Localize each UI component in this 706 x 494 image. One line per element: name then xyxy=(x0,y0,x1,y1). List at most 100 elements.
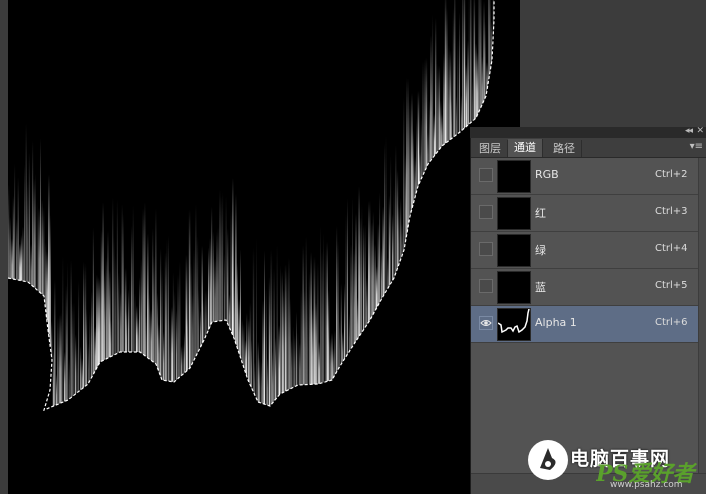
light-streak xyxy=(304,289,306,389)
light-streak xyxy=(289,298,291,394)
light-streak xyxy=(67,262,68,405)
light-streak xyxy=(193,248,195,365)
light-streak xyxy=(411,93,413,216)
light-streak xyxy=(164,252,167,385)
light-streak xyxy=(225,195,227,324)
channel-thumbnail xyxy=(497,308,531,341)
light-streak xyxy=(254,361,256,399)
light-streak xyxy=(195,204,197,362)
channel-name: 蓝 xyxy=(535,281,546,294)
light-streak xyxy=(73,302,75,400)
light-streak xyxy=(424,59,426,177)
light-streak xyxy=(118,272,120,357)
light-streak xyxy=(456,95,457,140)
light-streak xyxy=(128,289,130,356)
light-streak xyxy=(174,291,176,386)
light-streak xyxy=(406,77,408,241)
light-streak xyxy=(97,276,100,371)
light-streak xyxy=(278,325,280,400)
channel-name: 红 xyxy=(535,207,546,220)
light-streak xyxy=(33,178,35,291)
light-streak xyxy=(272,350,274,408)
light-streak xyxy=(28,152,30,287)
tab-channels[interactable]: 通道 xyxy=(508,139,543,157)
light-streak xyxy=(384,143,385,299)
light-streak xyxy=(241,318,243,365)
light-streak xyxy=(43,206,45,300)
light-streak xyxy=(412,130,414,210)
channel-row-blue[interactable]: 蓝 Ctrl+5 xyxy=(471,269,699,306)
visibility-toggle[interactable] xyxy=(479,168,493,182)
light-streak xyxy=(196,235,199,359)
light-streak xyxy=(22,226,24,285)
light-streak xyxy=(481,56,483,110)
light-streak xyxy=(83,261,85,392)
light-streak xyxy=(257,341,259,406)
light-streak xyxy=(284,264,287,396)
light-streak xyxy=(212,231,214,326)
panel-scrollbar[interactable] xyxy=(698,158,706,494)
channel-name: 绿 xyxy=(535,244,546,257)
tab-layers[interactable]: 图层 xyxy=(473,140,508,157)
light-streak xyxy=(252,247,255,395)
light-streak xyxy=(107,230,109,363)
light-streak xyxy=(64,351,66,406)
close-icon[interactable]: ✕ xyxy=(696,126,704,136)
visibility-toggle[interactable] xyxy=(479,205,493,219)
light-streak xyxy=(308,271,311,389)
light-streak xyxy=(321,250,323,387)
light-streak xyxy=(75,334,77,399)
light-streak xyxy=(30,243,33,289)
light-streak xyxy=(244,339,247,375)
channel-row-red[interactable]: 红 Ctrl+3 xyxy=(471,195,699,232)
light-streak xyxy=(217,226,219,326)
light-streak xyxy=(216,231,218,326)
light-streak xyxy=(286,271,288,395)
light-streak xyxy=(89,311,91,385)
light-streak xyxy=(398,205,400,270)
channel-row-green[interactable]: 绿 Ctrl+4 xyxy=(471,232,699,269)
light-streak xyxy=(353,248,355,349)
light-streak xyxy=(91,291,93,383)
double-chevron-left-icon[interactable]: ◂◂ xyxy=(685,126,693,136)
light-streak xyxy=(32,140,34,290)
light-streak xyxy=(467,40,469,130)
light-streak xyxy=(281,271,283,398)
panel-menu-icon[interactable]: ▾≡ xyxy=(690,141,703,152)
channel-thumbnail xyxy=(497,271,531,304)
visibility-toggle[interactable] xyxy=(479,279,493,293)
channel-row-alpha-1[interactable]: Alpha 1 Ctrl+6 xyxy=(471,306,699,343)
light-streak xyxy=(360,217,362,339)
light-streak xyxy=(156,292,159,371)
visibility-toggle[interactable] xyxy=(479,316,493,330)
light-streak xyxy=(86,308,88,390)
light-streak xyxy=(152,228,154,365)
channel-row-rgb[interactable]: RGB Ctrl+2 xyxy=(471,158,699,195)
light-streak xyxy=(142,208,145,358)
light-streak xyxy=(305,236,307,389)
light-streak xyxy=(436,63,438,157)
channels-panel: 图层 通道 路径 ▾≡ RGB Ctrl+2 红 Ctrl+3 绿 Ctrl+4… xyxy=(470,138,706,494)
watermark-logo-icon xyxy=(528,440,568,480)
light-streak xyxy=(132,205,134,356)
document-canvas[interactable] xyxy=(8,0,520,494)
light-streak xyxy=(228,294,231,331)
light-streak xyxy=(144,202,146,359)
light-streak xyxy=(176,310,177,385)
visibility-toggle[interactable] xyxy=(479,242,493,256)
light-streak xyxy=(264,250,265,408)
light-streak xyxy=(161,269,163,383)
light-streak xyxy=(438,65,441,155)
light-streak xyxy=(134,293,136,356)
light-streak xyxy=(337,240,339,375)
channel-shortcut: Ctrl+3 xyxy=(655,206,688,217)
light-streak xyxy=(123,214,124,356)
light-streak xyxy=(331,332,333,385)
light-streak xyxy=(80,346,82,395)
light-streak xyxy=(177,274,179,383)
light-streak xyxy=(84,263,87,391)
watermark-url: www.psahz.com xyxy=(610,480,683,490)
light-streak xyxy=(472,77,473,126)
tab-paths[interactable]: 路径 xyxy=(547,140,582,157)
light-streak xyxy=(347,198,348,359)
